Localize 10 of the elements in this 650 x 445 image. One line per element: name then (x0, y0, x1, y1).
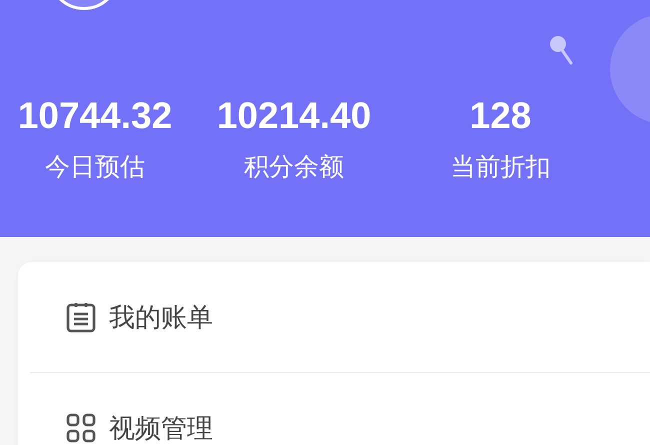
stat-value: 10214.40 (216, 97, 372, 134)
stat-value: 128 (470, 97, 532, 134)
stat-label: 积分余额 (244, 154, 344, 179)
menu-item[interactable]: 我的账单 (109, 300, 213, 334)
grid-icon (66, 413, 96, 443)
clipboard-icon (66, 301, 96, 333)
stat-label: 当前折扣 (450, 154, 550, 179)
menu-item[interactable]: 视频管理 (109, 410, 213, 445)
stat-value: 10744.32 (18, 97, 172, 134)
stat-label: 今日预估 (45, 154, 145, 179)
